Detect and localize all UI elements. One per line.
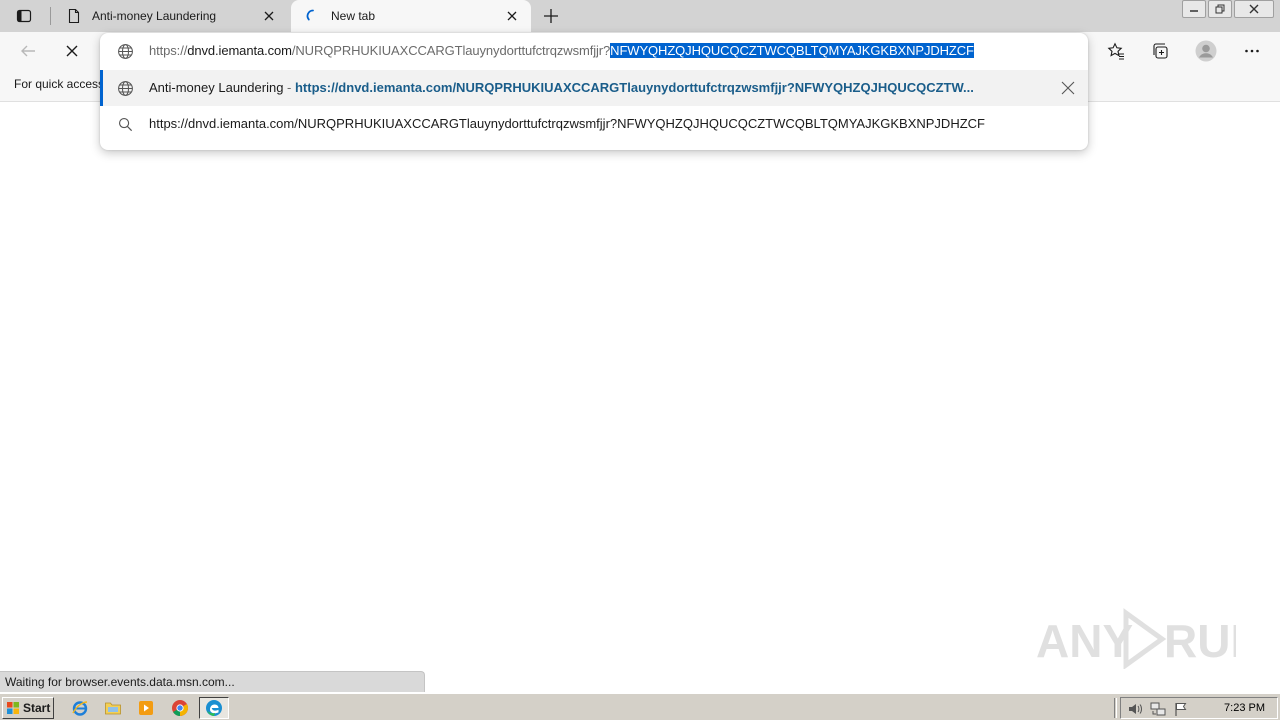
action-center-flag-icon[interactable] [1173,701,1189,717]
url-path: /NURQPRHUKIUAXCCARGTlauynydorttufctrqzws… [291,43,611,58]
status-bubble: Waiting for browser.events.data.msn.com.… [0,671,425,692]
url-host: dnvd.iemanta.com [187,43,292,58]
minimize-button[interactable] [1182,0,1206,18]
loading-spinner-icon [306,9,314,21]
search-icon [118,117,133,132]
media-player-icon [139,701,153,715]
svg-text:ANY: ANY [1036,615,1133,667]
close-tab-icon[interactable] [262,9,276,23]
system-tray: 7:23 PM [1120,697,1278,719]
svg-text:RUN: RUN [1164,615,1236,667]
minimize-icon [1190,10,1198,12]
taskbar-edge-button[interactable] [199,697,229,719]
more-horizontal-icon [1245,49,1259,53]
window-controls [1180,0,1274,18]
chrome-icon [172,700,188,716]
url-selected-text: NFWYQHZQJHQUCQCZTWCQBLTQMYAJKGKBXNPJDHZC… [610,43,974,58]
globe-icon [118,81,133,96]
suggestion-title: Anti-money Laundering [149,80,284,95]
windows-logo-icon [7,702,19,714]
restore-button[interactable] [1208,0,1232,18]
stop-icon [66,45,78,57]
taskbar-media-player-button[interactable] [135,698,157,718]
plus-icon [544,9,558,23]
stop-loading-button[interactable] [58,37,86,65]
taskbar-explorer-button[interactable] [102,698,124,718]
volume-icon[interactable] [1127,701,1143,717]
edge-icon [206,700,222,716]
back-button[interactable] [14,37,42,65]
taskbar: Start 7:23 PM [0,693,1280,720]
star-icon [1107,42,1124,60]
profile-button[interactable] [1192,37,1220,65]
tab-actions-icon [16,9,32,23]
address-bar[interactable]: https://dnvd.iemanta.com/NURQPRHUKIUAXCC… [100,33,1088,69]
taskbar-ie-button[interactable] [69,698,91,718]
close-icon [1249,4,1259,14]
status-text: Waiting for browser.events.data.msn.com.… [5,675,235,689]
internet-explorer-icon [72,701,88,716]
suggestion-search-item[interactable]: https://dnvd.iemanta.com/NURQPRHUKIUAXCC… [100,106,1088,142]
restore-icon [1215,4,1225,14]
start-label: Start [23,701,51,715]
anyrun-watermark: ANY RUN [1036,605,1264,670]
tab-strip: Anti-money Laundering New tab [0,0,1280,32]
close-window-button[interactable] [1234,0,1274,18]
favorites-button[interactable] [1102,37,1130,65]
anyrun-logo-icon: ANY RUN [1036,608,1264,670]
url-scheme: https:// [149,43,188,58]
globe-icon [118,44,133,59]
tab-separator [50,7,51,25]
address-bar-dropdown: https://dnvd.iemanta.com/NURQPRHUKIUAXCC… [100,33,1088,150]
back-arrow-icon [21,45,35,57]
start-button[interactable]: Start [2,697,54,719]
folder-icon [105,702,121,715]
suggestion-history-item[interactable]: Anti-money Laundering - https://dnvd.iem… [100,70,1088,106]
remove-suggestion-icon[interactable] [1060,80,1076,96]
taskbar-clock[interactable]: 7:23 PM [1224,702,1265,714]
avatar-icon [1195,40,1217,62]
tab-anti-money-laundering[interactable]: Anti-money Laundering [52,0,288,32]
suggestion-text: https://dnvd.iemanta.com/NURQPRHUKIUAXCC… [149,116,985,131]
page-icon [68,8,80,24]
network-icon[interactable] [1150,701,1166,717]
suggestion-separator: - [283,80,295,95]
tab-actions-button[interactable] [8,3,40,29]
collections-icon [1153,43,1168,59]
new-tab-button[interactable] [538,4,564,28]
taskbar-chrome-button[interactable] [169,698,191,718]
settings-menu-button[interactable] [1238,37,1266,65]
suggestion-text: Anti-money Laundering - https://dnvd.iem… [149,80,974,95]
close-tab-icon[interactable] [505,9,519,23]
favorites-bar-hint: For quick access [14,77,105,91]
tab-title: New tab [331,9,376,23]
address-bar-text[interactable]: https://dnvd.iemanta.com/NURQPRHUKIUAXCC… [149,43,974,58]
tab-title: Anti-money Laundering [92,9,217,23]
suggestion-url: https://dnvd.iemanta.com/NURQPRHUKIUAXCC… [294,80,974,95]
tray-separator [1114,698,1117,718]
tab-new-tab[interactable]: New tab [291,0,531,32]
collections-button[interactable] [1146,37,1174,65]
